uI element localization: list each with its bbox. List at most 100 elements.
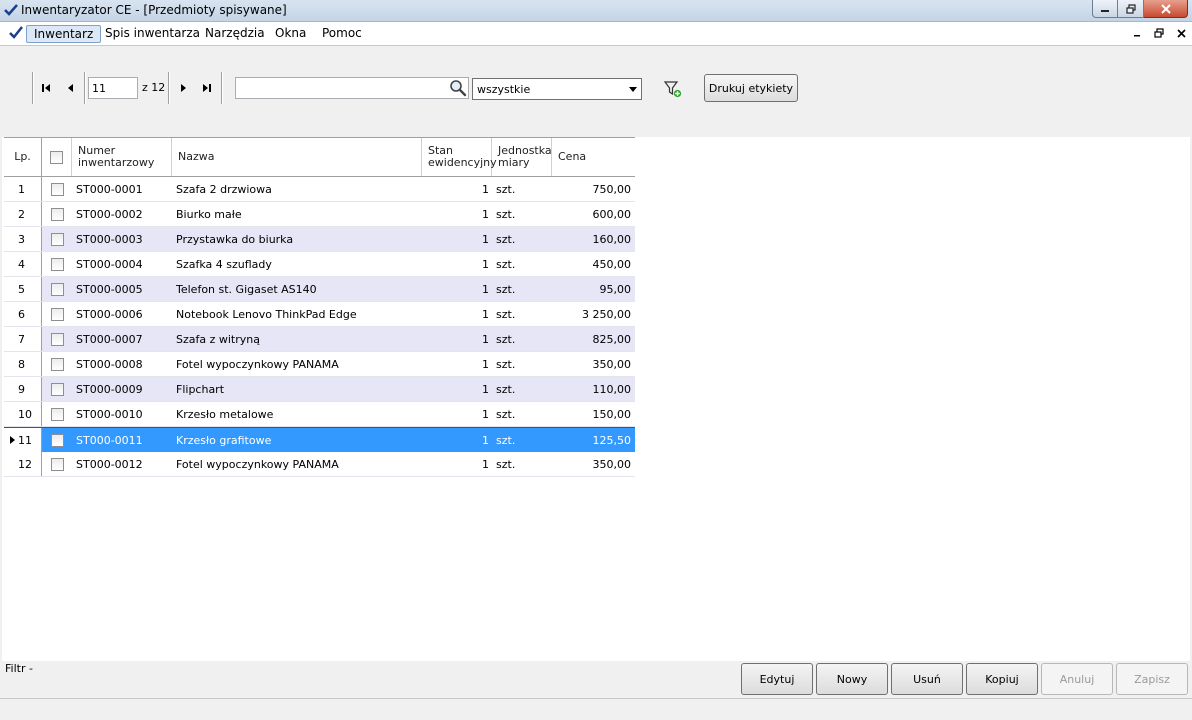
cell-checkbox[interactable] xyxy=(42,377,72,401)
header-jm[interactable]: Jednostka miary xyxy=(492,138,552,176)
table-row[interactable]: 4 ST000-0004 Szafka 4 szuflady 1 szt. 45… xyxy=(4,252,635,277)
header-cena[interactable]: Cena xyxy=(552,138,635,176)
cell-checkbox[interactable] xyxy=(42,428,72,452)
filter-add-icon[interactable] xyxy=(664,80,682,98)
next-page-icon xyxy=(181,84,186,92)
copy-button[interactable]: Kopiuj xyxy=(966,663,1038,695)
table-row[interactable]: 1 ST000-0001 Szafa 2 drzwiowa 1 szt. 750… xyxy=(4,177,635,202)
bottom-panel: Filtr - Edytuj Nowy Usuń Kopiuj Anuluj Z… xyxy=(0,661,1192,698)
minimize-button[interactable] xyxy=(1092,0,1118,18)
close-button[interactable] xyxy=(1144,0,1188,18)
row-checkbox[interactable] xyxy=(50,307,64,321)
main-content: Lp. Numer inwentarzowy Nazwa Stan ewidency… xyxy=(2,137,1190,661)
print-labels-button[interactable]: Drukuj etykiety xyxy=(704,74,798,102)
select-all-checkbox[interactable] xyxy=(50,150,63,164)
cell-cena: 450,00 xyxy=(592,257,632,271)
items-grid: Lp. Numer inwentarzowy Nazwa Stan ewidency… xyxy=(4,137,635,477)
menu-narzedzia[interactable]: Narzędzia xyxy=(198,25,272,43)
table-row-selected[interactable]: 11 ST000-0011 Krzesło grafitowe 1 szt. 1… xyxy=(4,427,635,452)
cell-stan: 1 xyxy=(482,257,489,271)
row-checkbox[interactable] xyxy=(50,257,64,271)
filter-status-label: Filtr - xyxy=(5,662,33,675)
table-row[interactable]: 10 ST000-0010 Krzesło metalowe 1 szt. 15… xyxy=(4,402,635,427)
table-row[interactable]: 8 ST000-0008 Fotel wypoczynkowy PANAMA 1… xyxy=(4,352,635,377)
cell-checkbox[interactable] xyxy=(42,402,72,426)
cell-checkbox[interactable] xyxy=(42,327,72,351)
next-page-button[interactable] xyxy=(176,80,192,96)
edit-button[interactable]: Edytuj xyxy=(741,663,813,695)
table-row[interactable]: 12 ST000-0012 Fotel wypoczynkowy PANAMA … xyxy=(4,452,635,477)
first-page-icon xyxy=(42,84,50,92)
cell-stan: 1 xyxy=(482,457,489,471)
cell-numer: ST000-0002 xyxy=(76,207,143,221)
header-nazwa[interactable]: Nazwa xyxy=(172,138,422,176)
row-checkbox[interactable] xyxy=(50,457,64,471)
first-page-button[interactable] xyxy=(38,80,54,96)
mdi-close-button[interactable] xyxy=(1174,26,1188,40)
cancel-button[interactable]: Anuluj xyxy=(1041,663,1113,695)
close-icon xyxy=(1176,28,1186,38)
save-button[interactable]: Zapisz xyxy=(1116,663,1188,695)
cell-checkbox[interactable] xyxy=(42,227,72,251)
header-stan-line2: ewidencyjny xyxy=(428,156,497,169)
row-checkbox[interactable] xyxy=(50,207,64,221)
header-select-all[interactable] xyxy=(42,138,72,176)
mdi-restore-button[interactable] xyxy=(1152,26,1166,40)
cell-stan: 1 xyxy=(422,428,492,452)
table-row[interactable]: 3 ST000-0003 Przystawka do biurka 1 szt.… xyxy=(4,227,635,252)
row-checkbox[interactable] xyxy=(50,282,64,296)
cell-numer: ST000-0006 xyxy=(76,307,143,321)
cell-jm: szt. xyxy=(496,407,516,421)
cell-lp-value: 11 xyxy=(18,433,32,447)
row-checkbox[interactable] xyxy=(50,382,64,396)
header-stan[interactable]: Stan ewidencyjny xyxy=(422,138,497,176)
search-icon[interactable] xyxy=(449,79,467,97)
cell-checkbox[interactable] xyxy=(42,202,72,226)
new-button[interactable]: Nowy xyxy=(816,663,888,695)
cell-cena: 350,00 xyxy=(592,457,632,471)
cell-checkbox[interactable] xyxy=(42,452,72,476)
menu-inwentarz[interactable]: Inwentarz xyxy=(26,25,102,43)
cell-numer: ST000-0004 xyxy=(76,257,143,271)
cell-cena: 3 250,00 xyxy=(582,307,631,321)
table-row[interactable]: 6 ST000-0006 Notebook Lenovo ThinkPad Ed… xyxy=(4,302,635,327)
header-numer[interactable]: Numer inwentarzowy xyxy=(72,138,172,176)
row-checkbox[interactable] xyxy=(50,407,64,421)
prev-page-button[interactable] xyxy=(62,80,78,96)
table-row[interactable]: 7 ST000-0007 Szafa z witryną 1 szt. 825,… xyxy=(4,327,635,352)
cell-checkbox[interactable] xyxy=(42,352,72,376)
cell-checkbox[interactable] xyxy=(42,302,72,326)
row-checkbox[interactable] xyxy=(50,232,64,246)
menu-pomoc[interactable]: Pomoc xyxy=(315,25,369,43)
row-checkbox[interactable] xyxy=(50,357,64,371)
restore-button[interactable] xyxy=(1118,0,1144,18)
cell-jm: szt. xyxy=(496,257,516,271)
cell-checkbox[interactable] xyxy=(42,277,72,301)
filter-combo[interactable]: wszystkie xyxy=(472,78,642,100)
table-row[interactable]: 5 ST000-0005 Telefon st. Gigaset AS140 1… xyxy=(4,277,635,302)
menu-spis-inwentarza[interactable]: Spis inwentarza xyxy=(98,25,207,43)
menu-okna[interactable]: Okna xyxy=(268,25,313,43)
cell-numer: ST000-0009 xyxy=(76,382,143,396)
search-input[interactable] xyxy=(235,77,469,99)
row-checkbox[interactable] xyxy=(50,182,64,196)
delete-button[interactable]: Usuń xyxy=(891,663,963,695)
row-checkbox[interactable] xyxy=(50,332,64,346)
cell-lp: 1 xyxy=(4,177,42,201)
table-row[interactable]: 2 ST000-0002 Biurko małe 1 szt. 600,00 xyxy=(4,202,635,227)
cell-checkbox[interactable] xyxy=(42,252,72,276)
mdi-minimize-button[interactable] xyxy=(1130,26,1144,40)
cell-checkbox[interactable] xyxy=(42,177,72,201)
table-row[interactable]: 9 ST000-0009 Flipchart 1 szt. 110,00 xyxy=(4,377,635,402)
mdi-controls xyxy=(1130,26,1188,40)
page-number-input[interactable] xyxy=(88,77,138,99)
cell-numer: ST000-0001 xyxy=(76,182,143,196)
last-page-button[interactable] xyxy=(199,80,215,96)
row-checkbox[interactable] xyxy=(50,433,64,447)
cell-jm: szt. xyxy=(496,332,516,346)
header-lp[interactable]: Lp. xyxy=(4,138,42,176)
status-bar xyxy=(0,698,1192,720)
cell-cena: 160,00 xyxy=(592,232,632,246)
cell-stan: 1 xyxy=(482,407,489,421)
cell-cena: 125,50 xyxy=(552,428,635,452)
